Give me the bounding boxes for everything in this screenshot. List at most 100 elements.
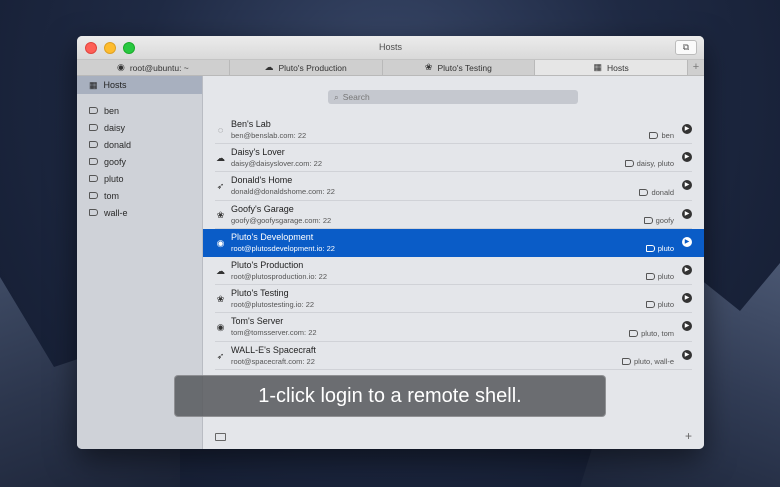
sidebar-toggle-icon[interactable]	[215, 433, 226, 441]
host-name: Goofy's Garage	[231, 203, 294, 214]
tag-icon	[639, 188, 649, 196]
host-name: Daisy's Lover	[231, 147, 285, 158]
cloud-icon: ☁	[264, 62, 274, 72]
host-address: goofy@goofysgarage.com: 22	[231, 215, 332, 225]
host-tags-label: goofy	[655, 215, 674, 225]
sidebar-item-donald[interactable]: donald	[77, 136, 202, 153]
host-address: ben@benslab.com: 22	[231, 131, 307, 140]
raspberry-icon: ❀	[424, 62, 433, 72]
tag-icon	[89, 175, 98, 182]
host-address: tom@tomsserver.com: 22	[231, 328, 317, 338]
sidebar-item-pluto[interactable]: pluto	[77, 170, 202, 187]
host-row[interactable]: ➶ Donald's Home donald@donaldshome.com: 22…	[215, 172, 692, 201]
host-tags: pluto, wall-e	[621, 356, 674, 366]
add-host-button[interactable]: +	[685, 429, 692, 443]
connect-play-button[interactable]: ▶	[682, 124, 692, 134]
tag-icon	[89, 141, 98, 148]
sidebar-item-label: Hosts	[103, 80, 127, 90]
ubuntu-icon: ◉	[116, 62, 125, 72]
tab-label: root@ubuntu: ~	[129, 62, 189, 73]
connect-play-button[interactable]: ▶	[682, 208, 692, 219]
host-name: Donald's Home	[231, 175, 293, 186]
sidebar-item-ben[interactable]: ben	[77, 102, 202, 119]
host-tags: pluto	[645, 272, 674, 282]
tag-icon	[645, 301, 655, 309]
connect-play-button[interactable]: ▶	[682, 264, 692, 275]
os-icon: ☁	[216, 153, 225, 164]
host-list: ◌ Ben's Lab ben@benslab.com: 22 ben ▶ ☁ Daisy'…	[203, 116, 704, 370]
host-row[interactable]: ☁ Daisy's Lover daisy@daisyslover.com: 22 d…	[215, 144, 692, 173]
sidebar-item-tom[interactable]: tom	[77, 187, 202, 204]
host-row[interactable]: ❀ Pluto's Testing root@plutostesting.io: 2…	[215, 285, 692, 314]
host-row[interactable]: ❀ Goofy's Garage goofy@goofysgarage.com: 2…	[215, 201, 692, 229]
caption-overlay: 1-click login to a remote shell.	[174, 375, 606, 417]
host-address: root@plutosdevelopment.io: 22	[231, 243, 335, 253]
host-tags-label: pluto	[657, 272, 674, 282]
host-name: Pluto's Production	[231, 259, 304, 270]
host-tags-label: daisy, pluto	[636, 159, 674, 169]
tab-label: Pluto's Production	[278, 62, 347, 73]
os-icon: ◉	[216, 322, 225, 333]
host-tags-label: donald	[651, 187, 674, 197]
host-tags: goofy	[643, 215, 674, 225]
search-input[interactable]: ⌕ Search	[328, 90, 578, 104]
window-title: Hosts	[378, 42, 402, 52]
tag-icon	[89, 124, 98, 131]
tab-pluto-s-testing[interactable]: ❀ Pluto's Testing	[383, 60, 536, 75]
sidebar-item-label: daisy	[104, 122, 126, 133]
os-icon: ◉	[216, 237, 225, 248]
host-row[interactable]: ☁ Pluto's Production root@plutosproduction…	[215, 257, 692, 286]
sidebar-item-wall-e[interactable]: wall-e	[77, 204, 202, 221]
tag-icon	[643, 216, 653, 224]
host-tags-label: pluto	[657, 300, 674, 310]
connect-play-button[interactable]: ▶	[682, 349, 692, 360]
os-icon: ➶	[216, 350, 225, 361]
tag-icon	[629, 329, 639, 337]
host-tags-label: pluto, wall-e	[633, 356, 674, 366]
tab-label: Pluto's Testing	[437, 62, 492, 73]
tab-overview-button[interactable]: ⧉	[675, 40, 697, 55]
host-address: donald@donaldshome.com: 22	[231, 187, 335, 197]
search-placeholder: Search	[342, 92, 370, 102]
sidebar-item-label: pluto	[104, 173, 124, 184]
host-address: daisy@daisyslover.com: 22	[231, 159, 322, 169]
os-icon: ❀	[216, 209, 225, 220]
tag-icon	[649, 132, 659, 140]
host-tags: pluto	[645, 300, 674, 310]
new-tab-button[interactable]: +	[688, 60, 704, 75]
host-tags-label: ben	[661, 131, 674, 141]
os-icon: ❀	[216, 294, 225, 305]
host-tags: donald	[639, 188, 674, 197]
host-tags: pluto	[645, 243, 674, 253]
host-row[interactable]: ➶ WALL-E's Spacecraft root@spacecraft.com:…	[215, 342, 692, 370]
tab-pluto-s-production[interactable]: ☁ Pluto's Production	[230, 60, 383, 75]
tag-icon	[89, 158, 98, 165]
tab-root-ubuntu-[interactable]: ◉ root@ubuntu: ~	[77, 60, 230, 75]
connect-play-button[interactable]: ▶	[682, 236, 692, 247]
host-row[interactable]: ◉ Tom's Server tom@tomsserver.com: 22 pluto…	[215, 313, 692, 342]
host-tags: daisy, pluto	[624, 159, 674, 169]
host-name: Tom's Server	[231, 316, 284, 327]
hosts-grid-icon: ▦	[89, 79, 98, 90]
host-tags-label: pluto	[657, 243, 674, 253]
tag-icon	[645, 273, 655, 281]
host-row[interactable]: ◌ Ben's Lab ben@benslab.com: 22 ben ▶	[215, 116, 692, 145]
host-name: Pluto's Development	[231, 231, 314, 242]
sidebar-item-daisy[interactable]: daisy	[77, 119, 202, 136]
tag-icon	[624, 160, 634, 168]
host-name: Pluto's Testing	[231, 288, 289, 299]
tag-icon	[89, 192, 98, 199]
search-icon: ⌕	[334, 91, 339, 102]
host-name: WALL-E's Spacecraft	[231, 344, 316, 355]
os-icon: ☁	[216, 265, 225, 276]
host-address: root@plutostesting.io: 22	[231, 300, 315, 310]
tag-icon	[89, 209, 98, 216]
tag-icon	[645, 244, 655, 252]
sidebar-item-goofy[interactable]: goofy	[77, 153, 202, 170]
host-name: Ben's Lab	[231, 119, 271, 129]
sidebar-item-label: tom	[104, 190, 120, 201]
host-row[interactable]: ◉ Pluto's Development root@plutosdevelopme…	[203, 228, 704, 257]
sidebar-item-hosts[interactable]: ▦ Hosts	[77, 76, 202, 94]
title-bar: Hosts ⧉	[77, 36, 704, 60]
tab-hosts[interactable]: ▦ Hosts	[535, 60, 688, 75]
